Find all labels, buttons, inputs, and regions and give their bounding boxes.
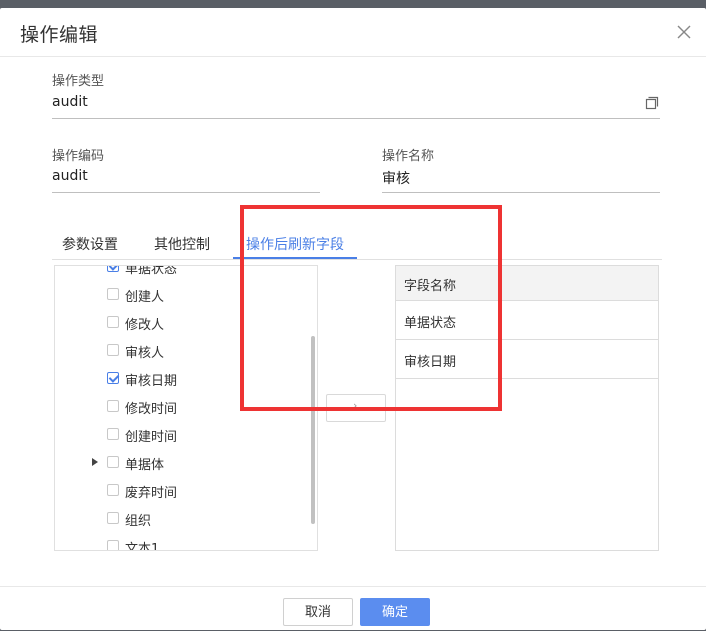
tree-item-label: 修改时间 [125,402,178,417]
tree-item[interactable]: 废弃时间 [55,477,305,505]
tree-item-label: 创建时间 [125,430,178,445]
checkbox[interactable] [107,400,119,412]
confirm-button[interactable]: 确定 [360,598,430,626]
tab-other-control[interactable]: 其他控制 [154,234,210,254]
checkbox-checked[interactable] [107,266,119,272]
op-code-label: 操作编码 [52,149,105,164]
cancel-button[interactable]: 取消 [283,598,353,626]
tree-item[interactable]: 创建时间 [55,421,305,449]
checkbox[interactable] [107,288,119,300]
tree-item-label: 废弃时间 [125,486,178,501]
checkbox[interactable] [107,512,119,524]
dialog-titlebar: 操作编辑 [0,8,706,57]
tree-item-label: 审核日期 [125,374,178,389]
close-icon[interactable] [674,22,694,42]
checkbox[interactable] [107,316,119,328]
tree-item-label: 单据体 [125,458,165,473]
tree-item-label: 修改人 [125,318,165,333]
checkbox[interactable] [107,456,119,468]
checkbox[interactable] [107,344,119,356]
tree-item-label: 组织 [125,514,152,529]
op-type-label: 操作类型 [52,74,105,89]
dialog-footer: 取消 确定 [0,586,706,631]
checkbox[interactable] [107,484,119,496]
copy-icon[interactable] [645,96,659,110]
tree-item-label: 单据状态 [125,265,178,277]
op-name-underline [382,192,660,193]
checkbox[interactable] [107,540,119,550]
tree-item-label: 创建人 [125,290,165,305]
tree-item[interactable]: 单据体 [55,449,305,477]
tree-item-label: 审核人 [125,346,165,361]
op-name-input[interactable]: 审核 [382,168,410,188]
tree-item-label: 文本1 [125,542,160,551]
op-code-underline [52,192,320,193]
caret-right-icon[interactable] [92,458,98,466]
tab-param-settings[interactable]: 参数设置 [62,234,118,254]
highlight-annotation-box [240,205,502,411]
checkbox[interactable] [107,428,119,440]
checkbox-checked[interactable] [107,372,119,384]
op-type-input[interactable]: audit [52,94,88,110]
tree-item[interactable]: 文本1 [55,533,305,551]
tree-item[interactable]: 组织 [55,505,305,533]
op-type-underline [52,118,660,119]
op-code-input[interactable]: audit [52,168,88,184]
dialog-title: 操作编辑 [20,24,99,46]
op-name-label: 操作名称 [382,149,435,164]
operation-edit-dialog: 操作编辑 操作类型 audit 操作编码 audit 操作名称 审核 参数设置 … [0,8,706,630]
